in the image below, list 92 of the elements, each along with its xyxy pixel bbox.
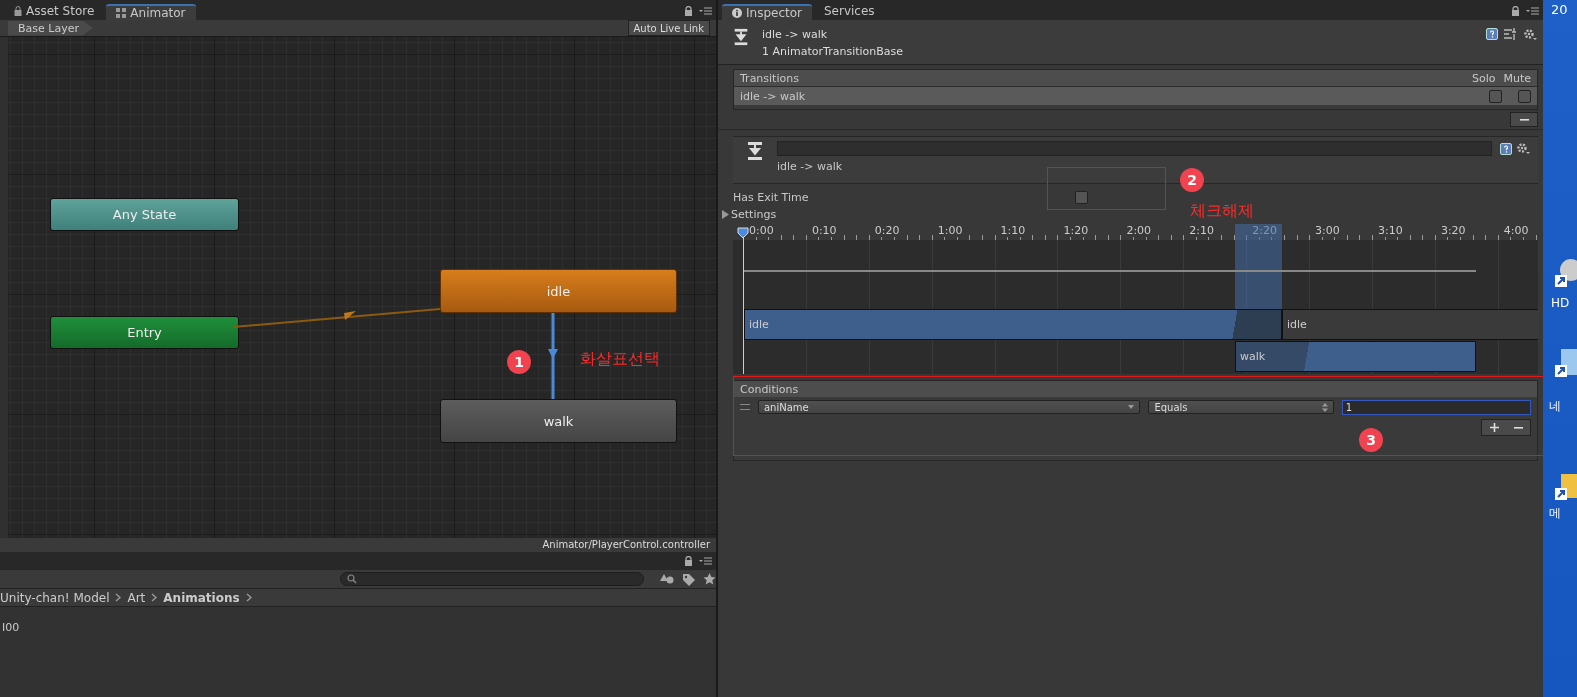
mode-dropdown[interactable]: Equals [1148,400,1334,414]
transition-arrow[interactable] [547,313,559,399]
transition-row[interactable]: idle -> walk [734,86,1537,105]
help-book-icon[interactable] [1486,28,1498,40]
time-label: 2:20 [1250,224,1279,237]
breadcrumb-item[interactable]: Unity-chan! Model [0,590,110,605]
filter-type-icon[interactable] [660,572,674,585]
tab[interactable]: Animator [106,4,196,20]
time-label: 1:10 [998,224,1028,237]
lock-icon [14,6,22,16]
object-type: 1 AnimatorTransitionBase [762,45,905,58]
state-node[interactable]: Entry [50,316,239,349]
search-icon [347,574,357,584]
destination-state-bar[interactable]: walk [1235,341,1476,372]
time-label: 3:20 [1438,224,1468,237]
list-header: Conditions [740,382,799,396]
time-label: 0:20 [872,224,902,237]
transition-icon [745,141,765,161]
breadcrumb-item[interactable]: Animations [163,590,240,605]
plus-icon [1489,423,1499,432]
lock-icon[interactable] [684,6,693,16]
checkbox[interactable] [1489,89,1502,103]
parameter-dropdown[interactable]: aniName [757,400,1141,414]
tab[interactable]: Inspector [722,4,812,20]
checkbox[interactable] [1074,190,1088,204]
auto-live-link-button[interactable]: Auto Live Link [627,20,710,36]
remove-button[interactable] [1510,112,1538,127]
minus-icon [1519,118,1529,121]
clock-text: 20 [1551,2,1568,17]
transition-label: idle -> walk [740,89,806,103]
time-label: 3:00 [1313,224,1342,237]
animator-icon [116,8,127,18]
foldout-arrow-icon [721,209,729,219]
shortcut-icon[interactable] [1555,257,1577,287]
layer-breadcrumb[interactable]: Base Layer [8,20,93,36]
source-state-bar[interactable]: idle [1282,309,1538,340]
list-header: Transitions [740,71,799,85]
annotation-text: 화살표선택 [580,349,660,370]
annotation-text: 체크해제 [1190,201,1254,222]
asset-item[interactable]: I00 [0,621,716,634]
star-icon[interactable] [703,572,716,585]
time-label: 0:00 [747,224,776,237]
tab[interactable]: Services [814,2,885,20]
column-header: Solo [1471,71,1496,85]
search-field[interactable] [340,572,644,586]
menu-icon[interactable] [699,7,712,15]
chevron-icon [115,593,122,602]
settings-icon[interactable] [1523,28,1537,41]
help-book-icon[interactable] [1500,142,1512,155]
lock-icon[interactable] [684,556,693,566]
transition-icon [732,28,750,46]
preset-icon[interactable] [1504,28,1517,40]
lock-icon[interactable] [1511,6,1520,16]
tag-icon[interactable] [682,572,695,586]
settings-icon[interactable] [1516,142,1530,155]
state-node[interactable]: walk [440,399,677,443]
chevron-icon [151,593,158,602]
tab[interactable]: Asset Store [4,2,105,20]
settings-foldout[interactable]: Settings [718,206,783,222]
up-down-arrow-icon [1321,402,1328,412]
source-state-bar[interactable]: idle [744,309,1282,340]
shortcut-icon[interactable] [1555,347,1577,377]
chevron-icon [245,593,252,602]
step-number-badge: 1 [507,350,531,374]
time-label: 2:00 [1124,224,1154,237]
state-node[interactable]: idle [440,269,677,313]
info-icon [732,8,742,18]
menu-icon[interactable] [699,557,712,565]
controller-path: Animator/PlayerControl.controller [0,538,716,552]
time-label: 4:00 [1501,224,1531,237]
drag-handle-icon[interactable] [740,404,750,410]
field-label: Has Exit Time [733,190,809,204]
icon-label[interactable]: 메 [1549,505,1561,522]
time-label: 2:10 [1187,224,1216,237]
transition-name: idle -> walk [777,160,844,173]
time-label: 1:20 [1061,224,1091,237]
icon-label[interactable]: 네 [1549,398,1561,415]
menu-icon[interactable] [1526,7,1539,15]
playhead-icon[interactable] [737,227,749,239]
icon-label[interactable]: HD [1551,296,1570,310]
value-field[interactable]: 1 [1341,399,1531,415]
minus-icon [1513,426,1523,429]
dropdown-arrow-icon [1128,405,1135,409]
object-title: idle -> walk [762,28,829,41]
column-header: Mute [1503,71,1531,85]
step-number-badge: 2 [1180,168,1204,192]
time-label: 1:00 [935,224,965,237]
time-label: 3:10 [1376,224,1405,237]
checkbox[interactable] [1518,89,1531,103]
breadcrumb-item[interactable]: Art [127,590,146,605]
name-field[interactable] [777,141,1492,156]
time-label: 0:10 [809,224,839,237]
